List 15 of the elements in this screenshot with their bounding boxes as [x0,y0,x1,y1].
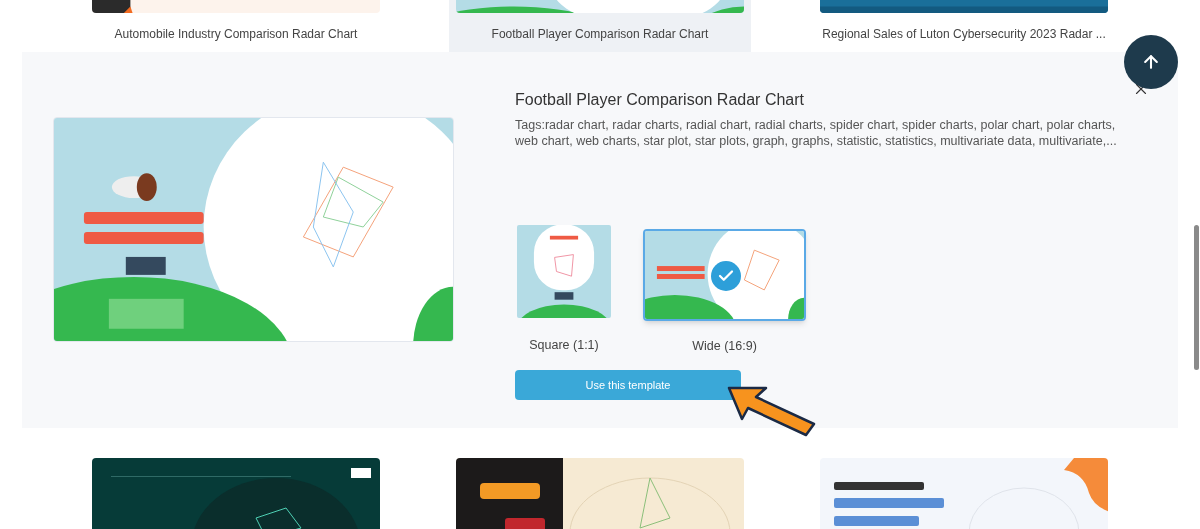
template-title: Football Player Comparison Radar Chart [491,26,709,43]
template-title: Regional Sales of Luton Cybersecurity 2023 Radar ... [822,26,1106,43]
arrow-icon [726,384,818,438]
format-label: Wide (16:9) [692,338,757,355]
template-card[interactable]: Football Player Comparison Radar Chart [449,0,751,52]
arrow-up-icon [1141,52,1161,72]
template-thumbnail[interactable] [92,458,380,529]
format-label: Square (1:1) [529,337,599,354]
template-title: Football Player Comparison Radar Chart [515,90,805,110]
tags-text: Tags:radar chart, radar charts, radial chart, radial charts, spider chart, spider charts, polar chart, polar charts, web chart, web charts, star plot, star plots, graph, graphs, statistic, statistics, multivariate data, multivariate,... [515,117,1118,149]
template-title: Automobile Industry Comparison Radar Chart [114,26,358,43]
template-thumbnail[interactable] [820,458,1108,529]
scrollbar-thumb[interactable] [1194,225,1199,370]
scroll-to-top-button[interactable] [1124,35,1178,89]
template-thumbnail[interactable] [456,458,744,529]
